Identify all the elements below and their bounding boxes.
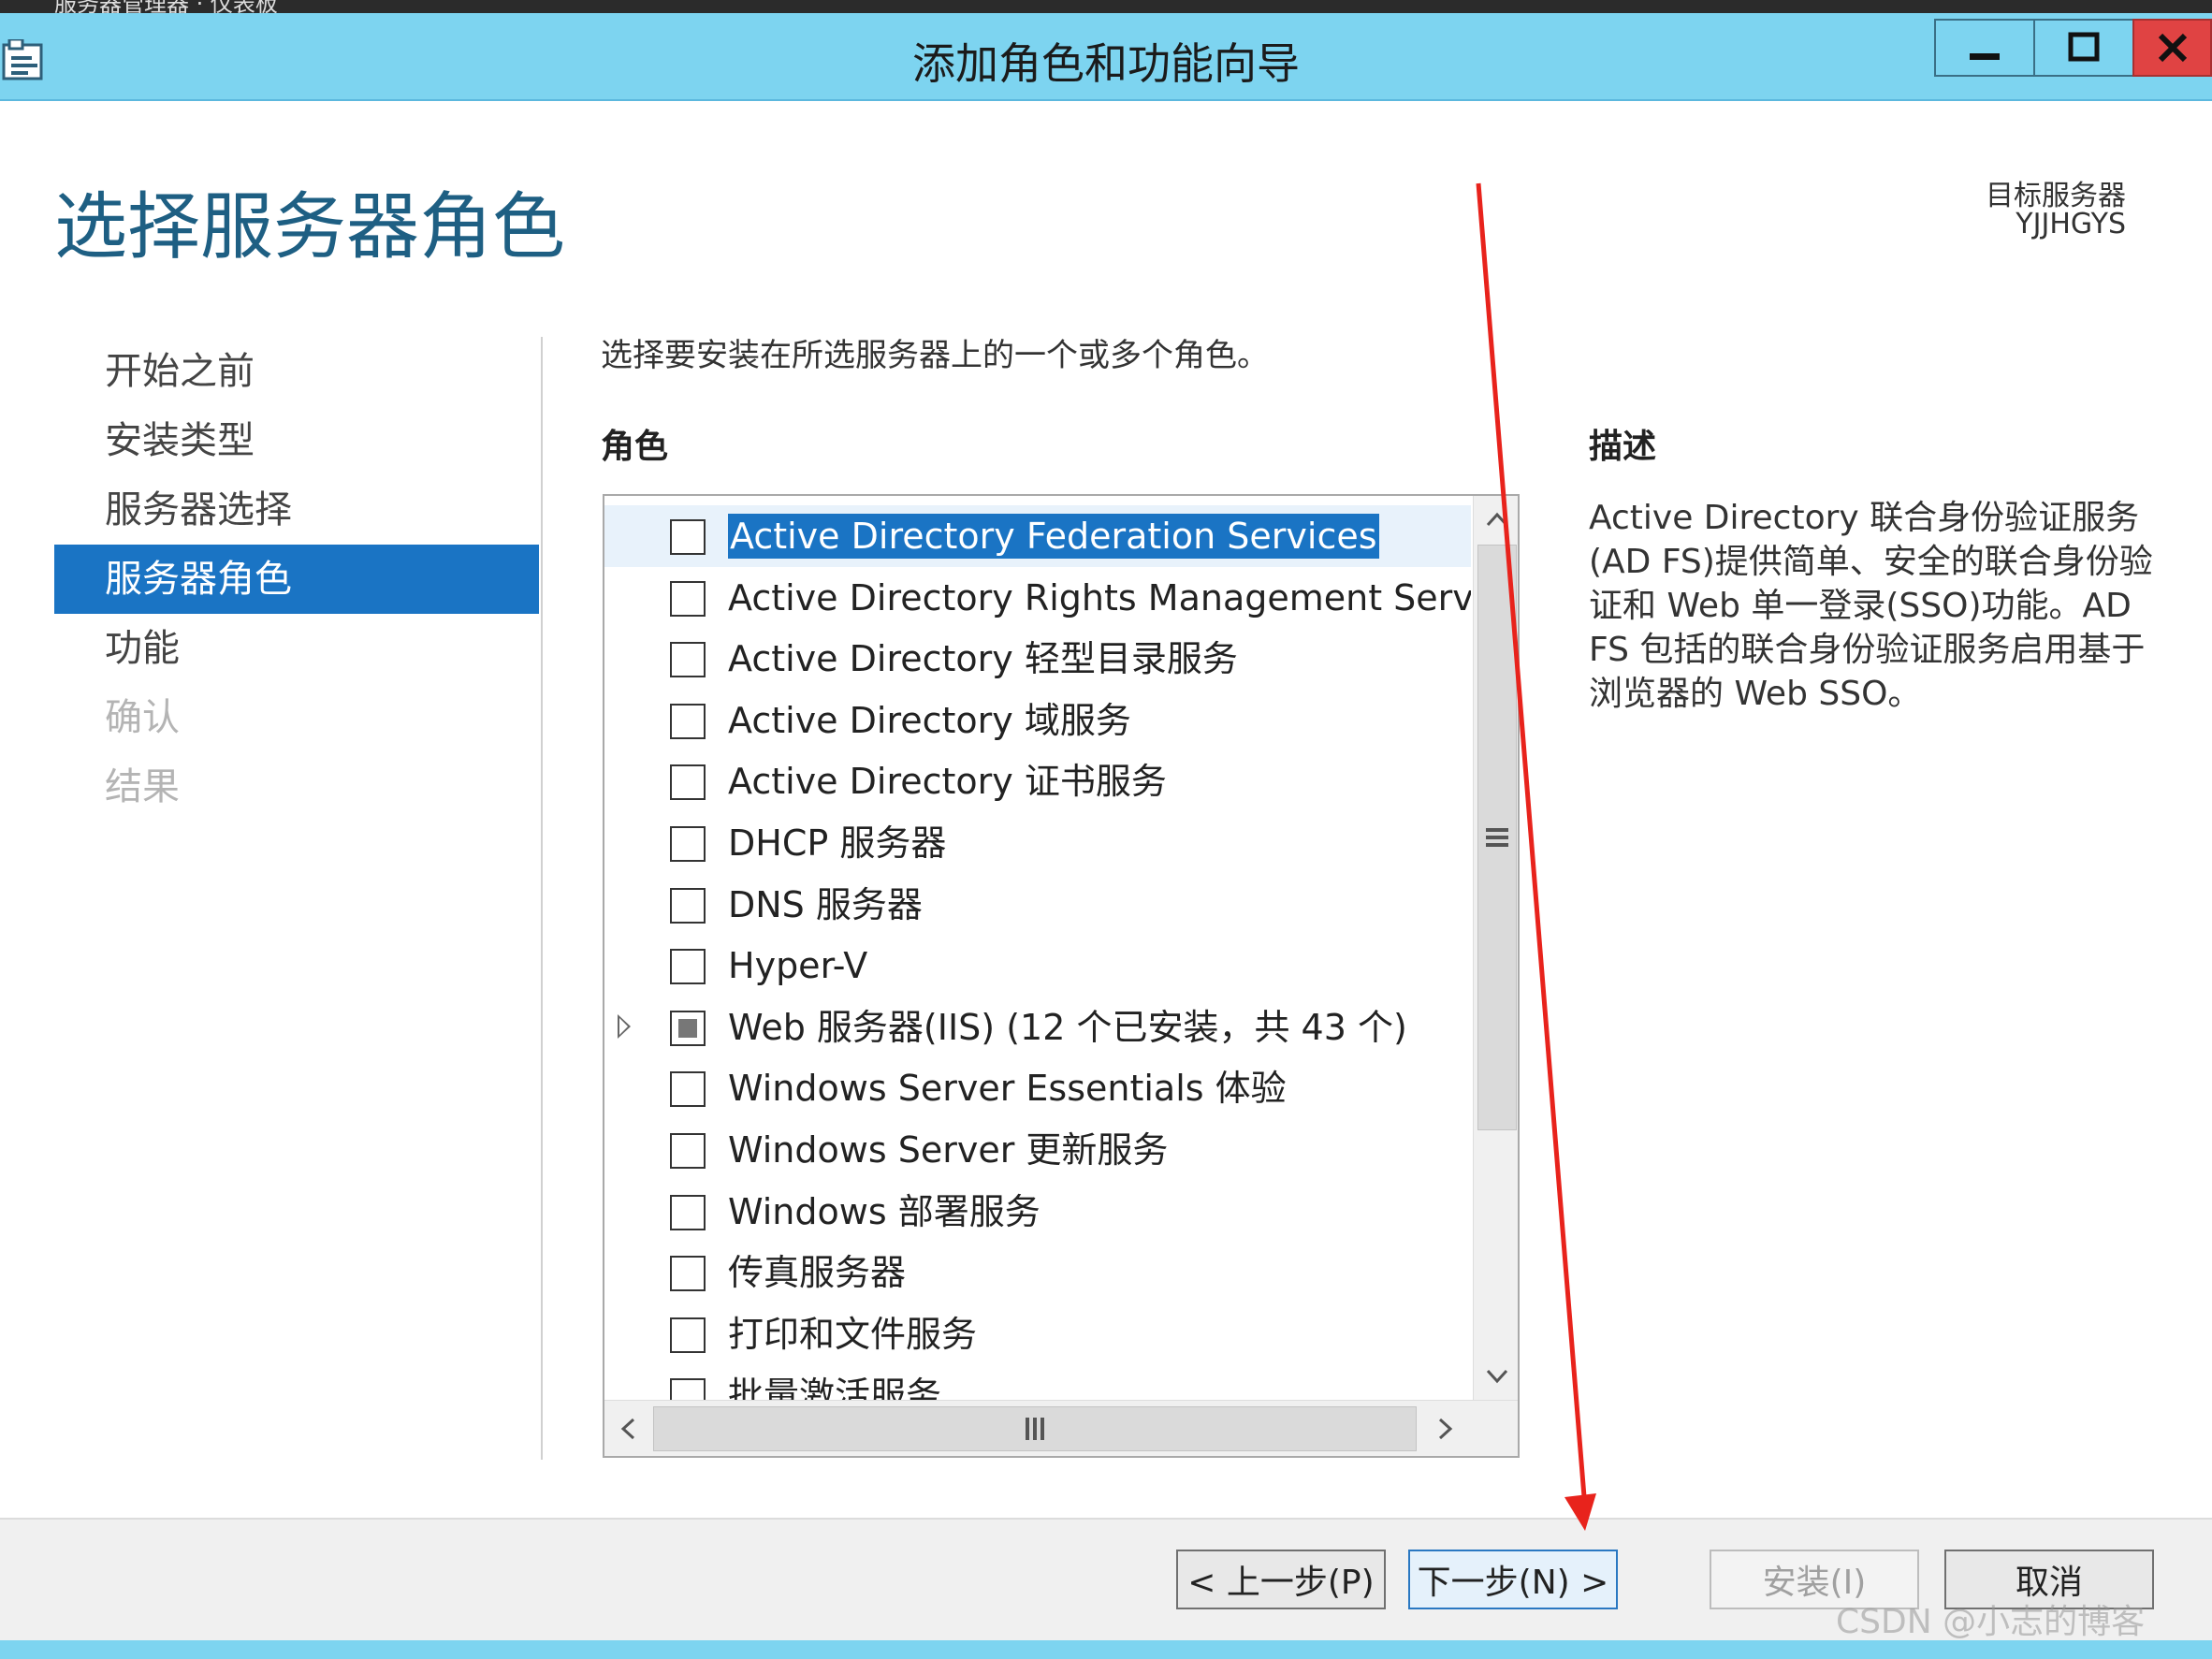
nav-item-before-you-begin[interactable]: 开始之前 [54,337,539,406]
role-row[interactable]: Active Directory 证书服务 [604,750,1471,812]
role-row[interactable]: 批量激活服务 [604,1364,1471,1400]
horizontal-scrollbar[interactable] [604,1400,1518,1456]
vertical-scrollbar[interactable] [1473,496,1518,1400]
nav-item-confirmation: 确认 [105,696,180,739]
maximize-icon [2068,32,2100,62]
nav-item-features[interactable]: 功能 [54,614,539,683]
role-label: Active Directory Rights Management Servi… [728,576,1471,618]
role-checkbox[interactable] [670,642,706,678]
role-row[interactable]: Active Directory 域服务 [604,690,1471,751]
instruction-text: 选择要安装在所选服务器上的一个或多个角色。 [601,337,1269,374]
page-title: 选择服务器角色 [54,185,566,269]
description-heading: 描述 [1589,428,1657,466]
role-label: Windows Server Essentials 体验 [728,1068,1287,1110]
nav-item-installation-type[interactable]: 安装类型 [54,406,539,475]
vertical-scroll-thumb[interactable] [1477,545,1517,1130]
role-row[interactable]: Active Directory Federation Services [604,505,1471,567]
role-checkbox[interactable] [670,703,706,739]
role-row[interactable]: Hyper-V [604,935,1471,997]
grip-icon [1486,828,1508,847]
os-taskbar-strip: 服务器管理器 · 仪表板 [0,0,2212,13]
role-label: Web 服务器(IIS) (12 个已安装，共 43 个) [728,1006,1407,1048]
scroll-down-button[interactable] [1474,1353,1518,1400]
role-checkbox[interactable] [670,949,706,985]
close-icon [2158,33,2187,63]
nav-item-server-selection[interactable]: 服务器选择 [54,475,539,545]
watermark: CSDN @小志的博客 [1836,1603,2146,1641]
window-bottom-border [0,1640,2212,1659]
role-row[interactable]: Web 服务器(IIS) (12 个已安装，共 43 个) [604,997,1471,1058]
role-checkbox[interactable] [670,519,706,555]
scroll-left-button[interactable] [604,1401,651,1456]
role-row[interactable]: DHCP 服务器 [604,812,1471,874]
minimize-icon [1970,53,2000,60]
scrollbar-corner [1471,1401,1518,1456]
roles-list-rows: Active Directory Federation Services Acti… [604,496,1471,1400]
role-row[interactable]: Windows Server Essentials 体验 [604,1057,1471,1119]
role-row[interactable]: Windows 部署服务 [604,1181,1471,1243]
role-row[interactable]: 传真服务器 [604,1242,1471,1303]
target-server-value: YJJHGYS [2016,208,2126,240]
role-row[interactable]: DNS 服务器 [604,874,1471,936]
role-row[interactable]: Active Directory Rights Management Servi… [604,567,1471,629]
role-checkbox[interactable] [670,887,706,924]
role-row[interactable]: Windows Server 更新服务 [604,1119,1471,1181]
horizontal-scroll-thumb[interactable] [653,1406,1417,1451]
role-label: Hyper-V [728,945,868,987]
role-row[interactable]: Active Directory 轻型目录服务 [604,628,1471,690]
title-bar: 添加角色和功能向导 [0,13,2212,101]
description-text: Active Directory 联合身份验证服务(AD FS)提供简单、安全的… [1589,499,2153,713]
role-checkbox[interactable] [670,1256,706,1292]
scroll-right-button[interactable] [1422,1401,1469,1456]
role-checkbox[interactable] [670,1133,706,1169]
role-checkbox[interactable] [670,1194,706,1230]
previous-button[interactable]: < 上一步(P) [1176,1550,1386,1609]
nav-item-server-roles[interactable]: 服务器角色 [54,545,539,614]
role-checkbox[interactable] [670,1071,706,1108]
role-checkbox[interactable] [670,764,706,801]
minimize-button[interactable] [1934,19,2035,77]
role-label: Active Directory Federation Services [728,514,1379,559]
scroll-up-button[interactable] [1474,496,1518,543]
role-label: DHCP 服务器 [728,822,947,864]
chevron-left-icon [620,1418,635,1440]
chevron-up-icon [1486,512,1508,527]
nav-item-results: 结果 [105,765,180,808]
chevron-right-icon [1438,1418,1453,1440]
chevron-down-icon [1486,1369,1508,1384]
role-label: DNS 服务器 [728,883,923,925]
maximize-button[interactable] [2033,19,2134,77]
role-label: 批量激活服务 [728,1375,942,1400]
role-label: Active Directory 证书服务 [728,761,1167,803]
grip-icon [1026,1418,1044,1440]
wizard-nav: 开始之前 安装类型 服务器选择 服务器角色 功能 确认 结果 [54,337,539,822]
roles-heading: 角色 [601,428,669,466]
role-label: 传真服务器 [728,1252,907,1294]
role-checkbox[interactable] [670,1010,706,1046]
role-label: Windows 部署服务 [728,1190,1041,1232]
role-label: Active Directory 域服务 [728,699,1131,741]
nav-divider [541,337,543,1460]
role-checkbox[interactable] [670,1378,706,1400]
close-button[interactable] [2132,19,2212,77]
role-label: Windows Server 更新服务 [728,1129,1169,1171]
role-checkbox[interactable] [670,826,706,862]
top-strip-text: 服务器管理器 · 仪表板 [54,0,278,13]
role-checkbox[interactable] [670,1317,706,1353]
role-label: Active Directory 轻型目录服务 [728,638,1238,680]
window-title: 添加角色和功能向导 [912,38,1300,89]
role-label: 打印和文件服务 [728,1313,978,1355]
role-checkbox[interactable] [670,580,706,617]
role-row[interactable]: 打印和文件服务 [604,1303,1471,1365]
roles-list[interactable]: Active Directory Federation Services Acti… [603,494,1520,1458]
expand-triangle-icon[interactable] [618,1013,631,1039]
next-button[interactable]: 下一步(N) > [1408,1550,1618,1609]
